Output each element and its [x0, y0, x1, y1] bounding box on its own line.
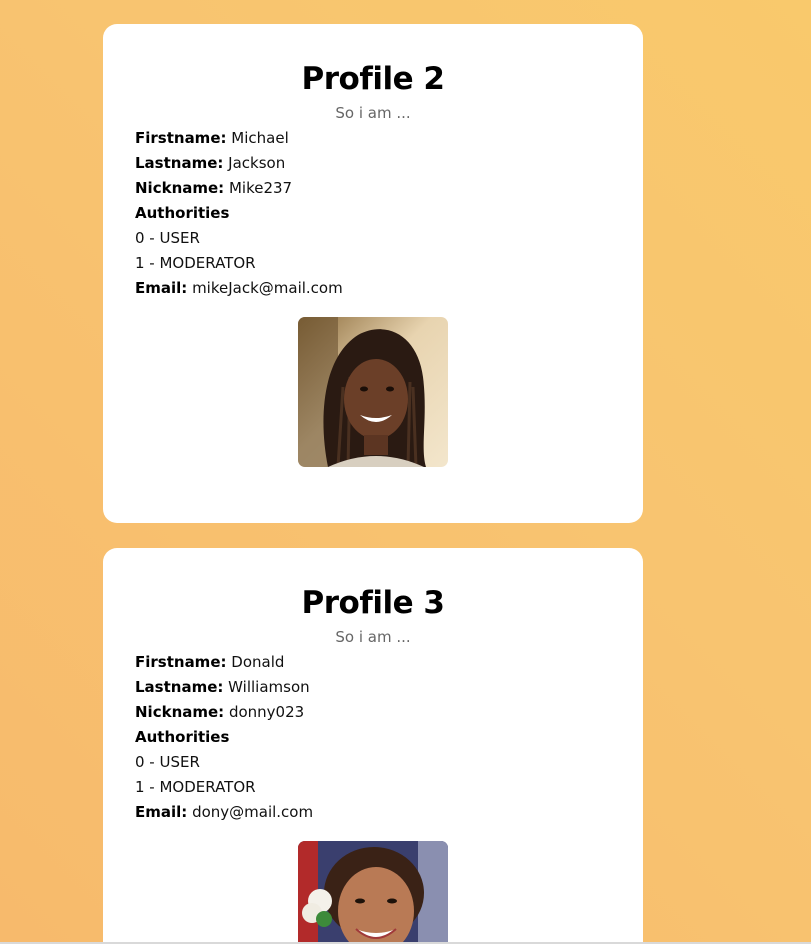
lastname-row: Lastname: Williamson: [135, 675, 611, 700]
profile-card: Profile 2 So i am ... Firstname: Michael…: [103, 24, 643, 523]
firstname-row: Firstname: Michael: [135, 126, 611, 151]
firstname-label: Firstname:: [135, 129, 227, 147]
profile-title: Profile 3: [301, 585, 445, 621]
authorities-label: Authorities: [135, 728, 230, 746]
authorities-heading: Authorities: [135, 201, 611, 226]
nickname-label: Nickname:: [135, 703, 225, 721]
firstname-row: Firstname: Donald: [135, 650, 611, 675]
profile-title: Profile 2: [301, 61, 445, 97]
profile-subtitle: So i am ...: [335, 104, 411, 122]
nickname-label: Nickname:: [135, 179, 225, 197]
nickname-row: Nickname: Mike237: [135, 176, 611, 201]
email-value: dony@mail.com: [192, 803, 314, 821]
nickname-row: Nickname: donny023: [135, 700, 611, 725]
nickname-value: Mike237: [228, 179, 293, 197]
profile-photo: [298, 841, 448, 944]
firstname-label: Firstname:: [135, 653, 227, 671]
profile-card: Profile 3 So i am ... Firstname: Donald …: [103, 548, 643, 944]
lastname-value: Williamson: [228, 678, 310, 696]
authority-item: 0 - USER: [135, 229, 200, 247]
profile-photo: [298, 317, 448, 467]
authorities-heading: Authorities: [135, 725, 611, 750]
lastname-row: Lastname: Jackson: [135, 151, 611, 176]
authority-item: 1 - MODERATOR: [135, 254, 256, 272]
authorities-label: Authorities: [135, 204, 230, 222]
email-label: Email:: [135, 279, 188, 297]
lastname-label: Lastname:: [135, 154, 224, 172]
email-label: Email:: [135, 803, 188, 821]
firstname-value: Donald: [231, 653, 285, 671]
firstname-value: Michael: [231, 129, 289, 147]
nickname-value: donny023: [228, 703, 305, 721]
profile-subtitle: So i am ...: [335, 628, 411, 646]
email-value: mikeJack@mail.com: [192, 279, 343, 297]
lastname-value: Jackson: [228, 154, 286, 172]
email-row: Email: mikeJack@mail.com: [135, 276, 611, 301]
authority-item: 1 - MODERATOR: [135, 778, 256, 796]
email-row: Email: dony@mail.com: [135, 800, 611, 825]
authority-item: 0 - USER: [135, 753, 200, 771]
lastname-label: Lastname:: [135, 678, 224, 696]
